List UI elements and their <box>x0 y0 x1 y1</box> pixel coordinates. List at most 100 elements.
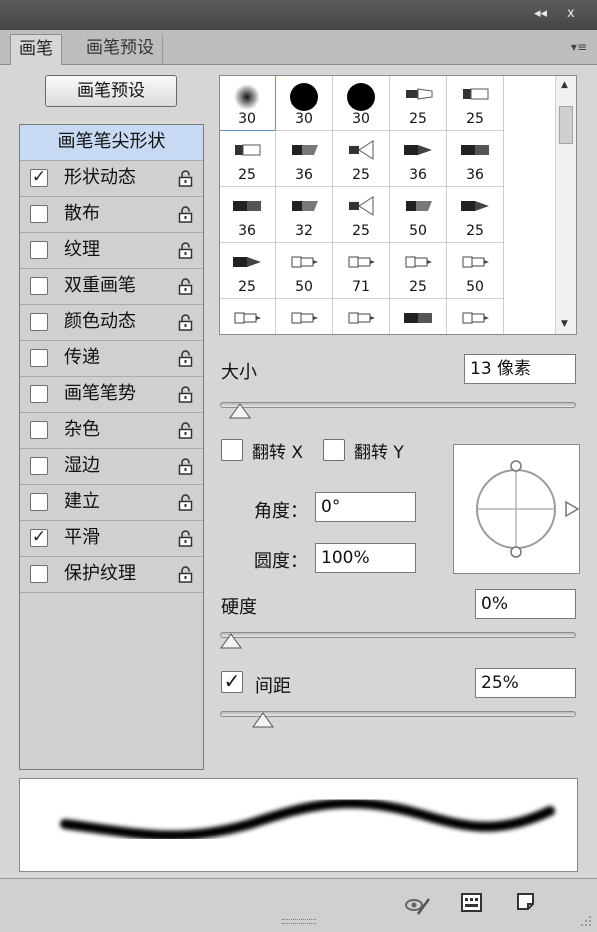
brush-presets-button[interactable]: 画笔预设 <box>45 75 177 107</box>
grid-scrollbar[interactable]: ▲ ▼ <box>555 76 576 334</box>
brush-tip-cell[interactable]: 25 <box>447 187 504 243</box>
new-preset-icon[interactable] <box>516 892 536 912</box>
collapse-icon[interactable]: ◂◂ <box>534 6 547 21</box>
brush-tip-cell[interactable]: 30 <box>220 76 276 131</box>
brush-tip-cell[interactable]: 25 <box>220 131 276 187</box>
setting-label: 颜色动态 <box>64 311 136 332</box>
airbrush-brush-icon <box>284 306 324 334</box>
size-slider[interactable] <box>220 402 576 408</box>
lock-icon[interactable] <box>178 278 193 295</box>
brush-tip-cell[interactable]: 50 <box>276 243 333 299</box>
brush-setting-item[interactable]: 纹理 <box>20 233 203 269</box>
spacing-input[interactable]: 25% <box>475 668 576 698</box>
setting-label: 传递 <box>64 347 100 368</box>
brush-tip-cell[interactable]: 36 <box>220 187 276 243</box>
brush-tip-cell[interactable] <box>390 299 447 334</box>
eye-brush-icon[interactable] <box>402 895 432 917</box>
brush-tip-cell[interactable]: 32 <box>276 187 333 243</box>
brush-tip-cell[interactable]: 36 <box>447 131 504 187</box>
hardness-slider[interactable] <box>220 632 576 638</box>
setting-checkbox[interactable]: ✓ <box>30 169 48 187</box>
setting-checkbox[interactable] <box>30 457 48 475</box>
setting-label: 纹理 <box>64 239 100 260</box>
setting-checkbox[interactable] <box>30 385 48 403</box>
brush-tip-cell[interactable]: 25 <box>333 187 390 243</box>
spacing-checkbox[interactable]: ✓ <box>221 671 243 693</box>
tab-brush[interactable]: 画笔 <box>10 34 62 65</box>
flip-x-checkbox[interactable] <box>221 439 243 461</box>
lock-icon[interactable] <box>178 242 193 259</box>
setting-checkbox[interactable] <box>30 565 48 583</box>
brush-setting-item[interactable]: 双重画笔 <box>20 269 203 305</box>
scroll-thumb[interactable] <box>559 106 573 144</box>
setting-checkbox[interactable] <box>30 493 48 511</box>
brush-setting-item[interactable]: 颜色动态 <box>20 305 203 341</box>
panel-resize-handle[interactable] <box>282 919 316 924</box>
brush-tip-cell[interactable]: 71 <box>333 243 390 299</box>
lock-icon[interactable] <box>178 530 193 547</box>
brush-setting-item[interactable]: 建立 <box>20 485 203 521</box>
lock-icon[interactable] <box>178 350 193 367</box>
brush-settings-list: 画笔笔尖形状 ✓ 形状动态 散布纹理双重画笔颜色动态传递画笔笔势 杂色 湿边 建立 ✓ 平滑保… <box>19 124 204 770</box>
setting-checkbox[interactable] <box>30 205 48 223</box>
lock-icon[interactable] <box>178 206 193 223</box>
brush-tip-cell[interactable]: 36 <box>390 131 447 187</box>
brush-setting-item[interactable]: ✓ 平滑 <box>20 521 203 557</box>
hardness-slider-knob[interactable] <box>220 633 242 649</box>
brush-setting-item[interactable]: 保护纹理 <box>20 557 203 593</box>
brush-tip-cell[interactable] <box>333 299 390 334</box>
brush-tip-cell[interactable]: 25 <box>390 243 447 299</box>
brush-tip-size: 50 <box>409 223 427 239</box>
lock-icon[interactable] <box>178 422 193 439</box>
setting-checkbox[interactable] <box>30 421 48 439</box>
setting-checkbox[interactable]: ✓ <box>30 529 48 547</box>
setting-label: 平滑 <box>64 527 100 548</box>
angle-roundness-widget[interactable] <box>453 444 580 574</box>
brush-tip-cell[interactable]: 25 <box>390 76 447 131</box>
lock-icon[interactable] <box>178 458 193 475</box>
spacing-slider-knob[interactable] <box>252 712 274 728</box>
brush-tip-cell[interactable]: 36 <box>276 131 333 187</box>
brush-setting-item[interactable]: 画笔笔势 <box>20 377 203 413</box>
brush-tip-shape-item[interactable]: 画笔笔尖形状 <box>20 125 203 161</box>
panel-menu-icon[interactable]: ▾≡ <box>571 40 587 54</box>
brush-tip-size: 25 <box>466 111 484 127</box>
tab-brush-presets[interactable]: 画笔预设 <box>78 34 163 64</box>
brush-tip-cell[interactable]: 50 <box>447 243 504 299</box>
setting-checkbox[interactable] <box>30 349 48 367</box>
lock-icon[interactable] <box>178 386 193 403</box>
angle-input[interactable]: 0° <box>315 492 416 522</box>
lock-icon[interactable] <box>178 566 193 583</box>
brush-setting-item[interactable]: 散布 <box>20 197 203 233</box>
brush-tip-cell[interactable] <box>447 299 504 334</box>
lock-icon[interactable] <box>178 170 193 187</box>
brush-tip-cell[interactable] <box>276 299 333 334</box>
close-icon[interactable]: x <box>567 6 575 21</box>
size-input[interactable]: 13 像素 <box>464 354 576 384</box>
brush-tip-cell[interactable]: 25 <box>220 243 276 299</box>
brush-tip-cell[interactable]: 50 <box>390 187 447 243</box>
brush-setting-item[interactable]: 杂色 <box>20 413 203 449</box>
brush-setting-item[interactable]: ✓ 形状动态 <box>20 161 203 197</box>
hardness-input[interactable]: 0% <box>475 589 576 619</box>
brush-tip-cell[interactable]: 30 <box>333 76 390 131</box>
scroll-down-icon[interactable]: ▼ <box>561 319 568 329</box>
brush-tip-cell[interactable]: 25 <box>447 76 504 131</box>
brush-tip-cell[interactable]: 25 <box>333 131 390 187</box>
setting-checkbox[interactable] <box>30 313 48 331</box>
lock-icon[interactable] <box>178 494 193 511</box>
grid-panel-icon[interactable] <box>461 893 483 913</box>
brush-tip-cell[interactable]: 30 <box>276 76 333 131</box>
size-slider-knob[interactable] <box>229 403 251 419</box>
brush-setting-item[interactable]: 湿边 <box>20 449 203 485</box>
scroll-up-icon[interactable]: ▲ <box>561 80 568 90</box>
brush-tip-cell[interactable] <box>220 299 276 334</box>
setting-checkbox[interactable] <box>30 241 48 259</box>
flip-y-checkbox[interactable] <box>323 439 345 461</box>
brush-tip-size: 36 <box>238 223 256 239</box>
lock-icon[interactable] <box>178 314 193 331</box>
roundness-input[interactable]: 100% <box>315 543 416 573</box>
brush-setting-item[interactable]: 传递 <box>20 341 203 377</box>
setting-checkbox[interactable] <box>30 277 48 295</box>
resize-grip-icon[interactable] <box>580 915 592 927</box>
